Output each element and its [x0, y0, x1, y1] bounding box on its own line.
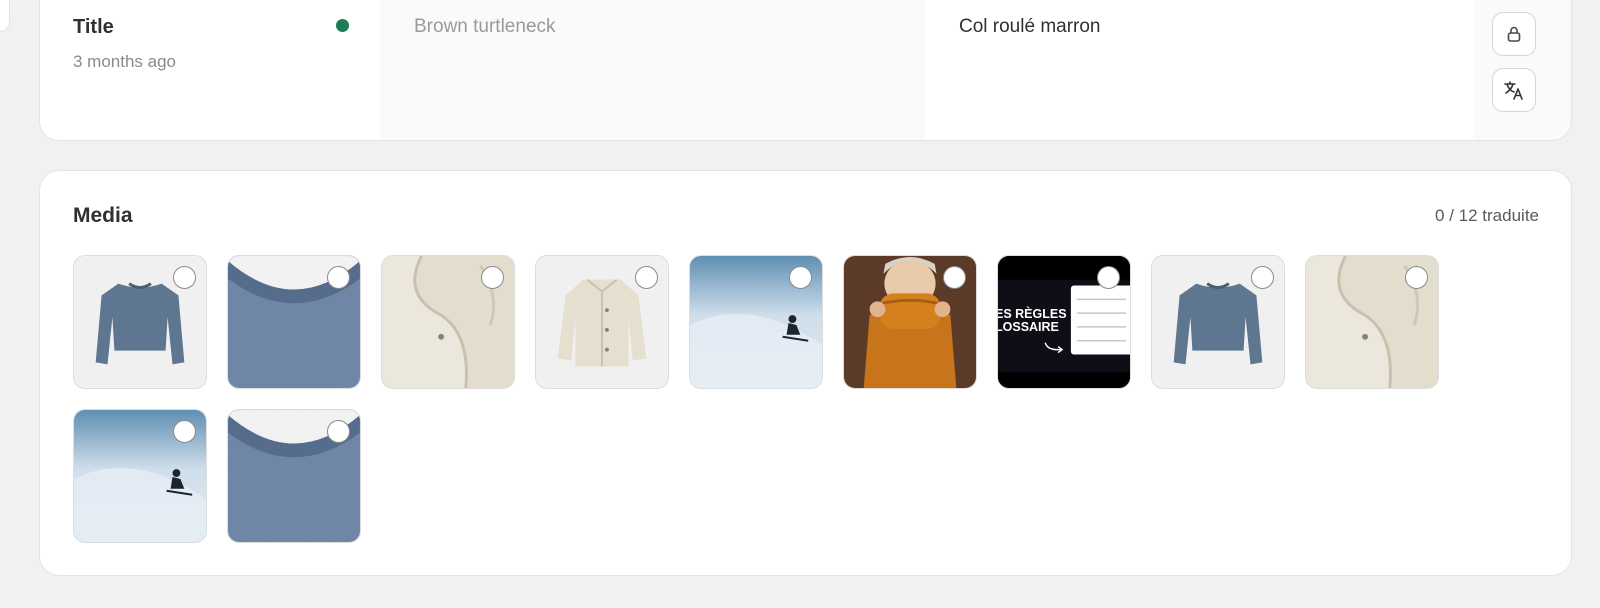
translation-field[interactable]: Col roulé marron — [925, 0, 1474, 140]
lock-icon — [1507, 26, 1521, 42]
media-thumbnail[interactable] — [843, 255, 977, 389]
media-thumbnail[interactable]: ES RÈGLES LOSSAIRE — [997, 255, 1131, 389]
video-caption-line: LOSSAIRE — [997, 320, 1059, 334]
media-thumbnail[interactable] — [689, 255, 823, 389]
select-checkbox[interactable] — [481, 266, 504, 289]
media-thumbnail[interactable] — [1305, 255, 1439, 389]
media-thumbnail[interactable] — [73, 255, 207, 389]
title-translation-card: Title 3 months ago Brown turtleneck Col … — [39, 0, 1572, 141]
translation-count: 0 / 12 traduite — [1435, 206, 1539, 225]
source-column: Brown turtleneck — [380, 0, 925, 140]
status-dot — [336, 19, 349, 32]
side-panel-edge — [0, 0, 10, 32]
video-caption: ES RÈGLES LOSSAIRE — [997, 308, 1067, 334]
lock-button[interactable] — [1492, 12, 1536, 56]
translate-button[interactable] — [1492, 68, 1536, 112]
media-card: Media 0 / 12 traduite ES RÈGLES LOSSAIRE — [39, 170, 1572, 576]
select-checkbox[interactable] — [789, 266, 812, 289]
media-thumbnail[interactable] — [227, 255, 361, 389]
field-label-group: Title 3 months ago — [73, 16, 176, 72]
media-thumbnail[interactable] — [227, 409, 361, 543]
translated-text[interactable]: Col roulé marron — [959, 16, 1101, 38]
media-title: Media — [73, 204, 133, 227]
media-thumbnail[interactable] — [73, 409, 207, 543]
media-thumbnail[interactable] — [381, 255, 515, 389]
field-updated-time: 3 months ago — [73, 52, 177, 71]
media-grid: ES RÈGLES LOSSAIRE — [73, 255, 1473, 543]
select-checkbox[interactable] — [1405, 266, 1428, 289]
select-checkbox[interactable] — [327, 266, 350, 289]
source-text: Brown turtleneck — [414, 16, 556, 37]
select-checkbox[interactable] — [1097, 266, 1120, 289]
action-column — [1474, 0, 1571, 140]
translate-icon — [1504, 81, 1523, 100]
select-checkbox[interactable] — [1251, 266, 1274, 289]
media-thumbnail[interactable] — [535, 255, 669, 389]
media-thumbnail[interactable] — [1151, 255, 1285, 389]
select-checkbox[interactable] — [173, 266, 196, 289]
select-checkbox[interactable] — [173, 420, 196, 443]
select-checkbox[interactable] — [943, 266, 966, 289]
select-checkbox[interactable] — [327, 420, 350, 443]
select-checkbox[interactable] — [635, 266, 658, 289]
field-name: Title — [73, 16, 114, 38]
